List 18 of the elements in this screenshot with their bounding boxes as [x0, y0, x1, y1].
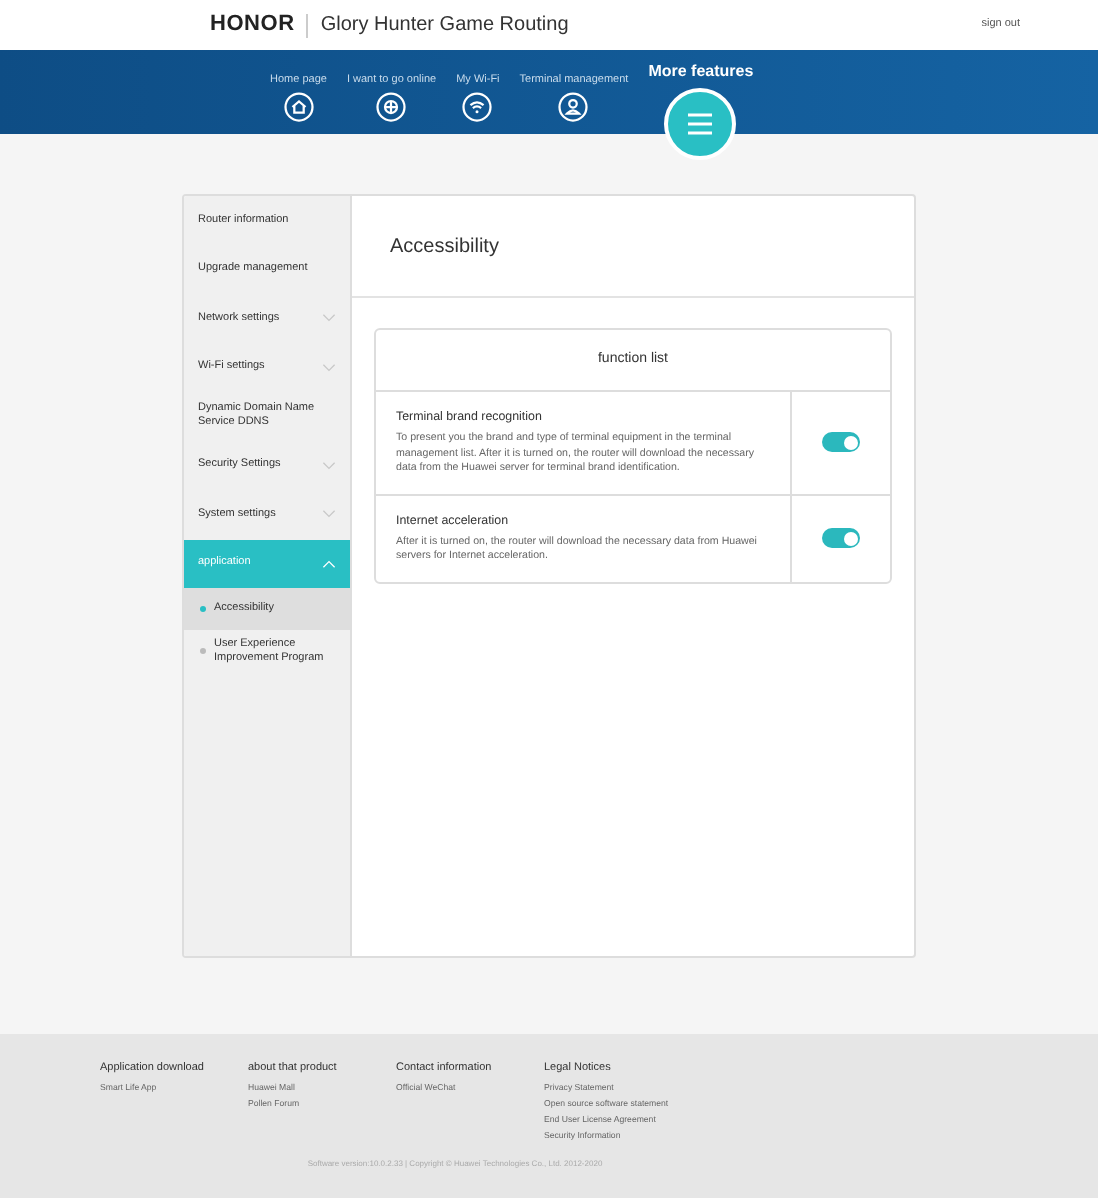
- wifi-icon: [462, 92, 493, 123]
- chevron-down-icon: [322, 314, 336, 323]
- bullet-icon: [200, 648, 206, 654]
- user-icon: [558, 92, 589, 123]
- toggle-switch[interactable]: [822, 528, 860, 549]
- bullet-icon: [200, 606, 206, 612]
- brand-logo: HONOR: [210, 10, 295, 41]
- chevron-up-icon: [322, 559, 336, 568]
- chevron-down-icon: [322, 510, 336, 519]
- globe-icon: [376, 92, 407, 123]
- router-title: Glory Hunter Game Routing: [320, 12, 569, 40]
- page-title: Accessibility: [390, 233, 499, 261]
- toggle-switch[interactable]: [822, 432, 860, 453]
- chevron-down-icon: [322, 363, 336, 372]
- chevron-down-icon: [322, 461, 336, 470]
- menu-icon: [686, 112, 715, 136]
- home-icon: [283, 92, 314, 123]
- nav-tab[interactable]: More features: [648, 50, 754, 164]
